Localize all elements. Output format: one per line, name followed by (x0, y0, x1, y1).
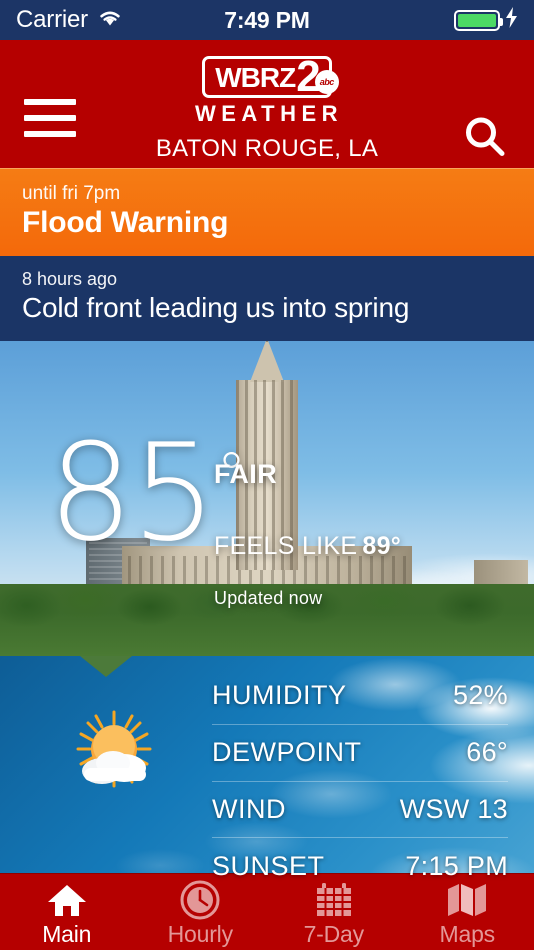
home-icon (46, 880, 88, 920)
detail-label: WIND (212, 793, 286, 824)
detail-label: SUNSET (212, 850, 325, 881)
current-details-panel: HUMIDITY 52% DEWPOINT 66° WIND WSW 13 SU… (0, 656, 534, 894)
detail-row-wind: WIND WSW 13 (212, 782, 508, 839)
status-bar-right (454, 7, 518, 33)
current-conditions-hero[interactable]: 85 ° FAIR FEELS LIKE 89° Updated now (0, 341, 534, 656)
news-headline: Cold front leading us into spring (22, 292, 410, 323)
lightning-bolt-icon (505, 7, 518, 33)
sun-behind-cloud-icon (58, 708, 170, 800)
detail-value: WSW 13 (399, 793, 508, 824)
tab-main[interactable]: Main (0, 874, 134, 950)
carrier-label: Carrier (16, 6, 88, 33)
feels-like-value: 89° (362, 532, 402, 560)
details-rows: HUMIDITY 52% DEWPOINT 66° WIND WSW 13 SU… (212, 656, 508, 894)
weather-app: Carrier 7:49 PM WBRZ 2 abc WEATHER BATON… (0, 0, 534, 950)
detail-value: 66° (466, 737, 508, 768)
location-label: BATON ROUGE, LA (155, 135, 379, 162)
battery-full-icon (454, 9, 503, 31)
status-bar: Carrier 7:49 PM (0, 0, 534, 40)
condition-block: FAIR FEELS LIKE 89° Updated now (214, 459, 401, 609)
detail-row-dewpoint: DEWPOINT 66° (212, 725, 508, 782)
current-temperature: 85 (48, 415, 217, 571)
app-header: WBRZ 2 abc WEATHER BATON ROUGE, LA (0, 40, 534, 168)
feels-like-label: FEELS LIKE (214, 532, 358, 560)
weather-alert-banner[interactable]: until fri 7pm Flood Warning (0, 168, 534, 256)
detail-label: HUMIDITY (212, 680, 347, 711)
panel-notch (80, 656, 132, 677)
status-bar-left: Carrier (16, 6, 123, 34)
wbrz-logo: WBRZ 2 abc (202, 54, 339, 99)
wifi-icon (97, 8, 123, 33)
updated-label: Updated now (214, 588, 323, 608)
logo-weather-word: WEATHER (194, 101, 344, 126)
tab-label-main: Main (42, 921, 92, 947)
detail-row-sunset: SUNSET 7:15 PM (212, 838, 508, 894)
detail-value: 7:15 PM (405, 850, 508, 881)
logo-callsign: WBRZ (215, 61, 296, 93)
feels-like-row: FEELS LIKE 89° (214, 532, 401, 561)
tab-label-hourly: Hourly (167, 921, 233, 947)
hamburger-menu-icon[interactable] (24, 99, 76, 137)
abc-network-badge: abc (314, 70, 339, 94)
detail-row-humidity: HUMIDITY 52% (212, 668, 508, 725)
search-icon[interactable] (462, 115, 508, 166)
tab-label-7day: 7-Day (303, 921, 365, 947)
alert-valid-until: until fri 7pm (22, 183, 121, 204)
condition-label: FAIR (214, 459, 278, 489)
tab-label-maps: Maps (439, 921, 496, 947)
news-banner[interactable]: 8 hours ago Cold front leading us into s… (0, 256, 534, 341)
detail-value: 52% (453, 680, 508, 711)
detail-label: DEWPOINT (212, 737, 362, 768)
brand-block: WBRZ 2 abc WEATHER BATON ROUGE, LA (156, 48, 378, 163)
alert-title: Flood Warning (22, 206, 229, 239)
news-timestamp: 8 hours ago (22, 269, 118, 289)
